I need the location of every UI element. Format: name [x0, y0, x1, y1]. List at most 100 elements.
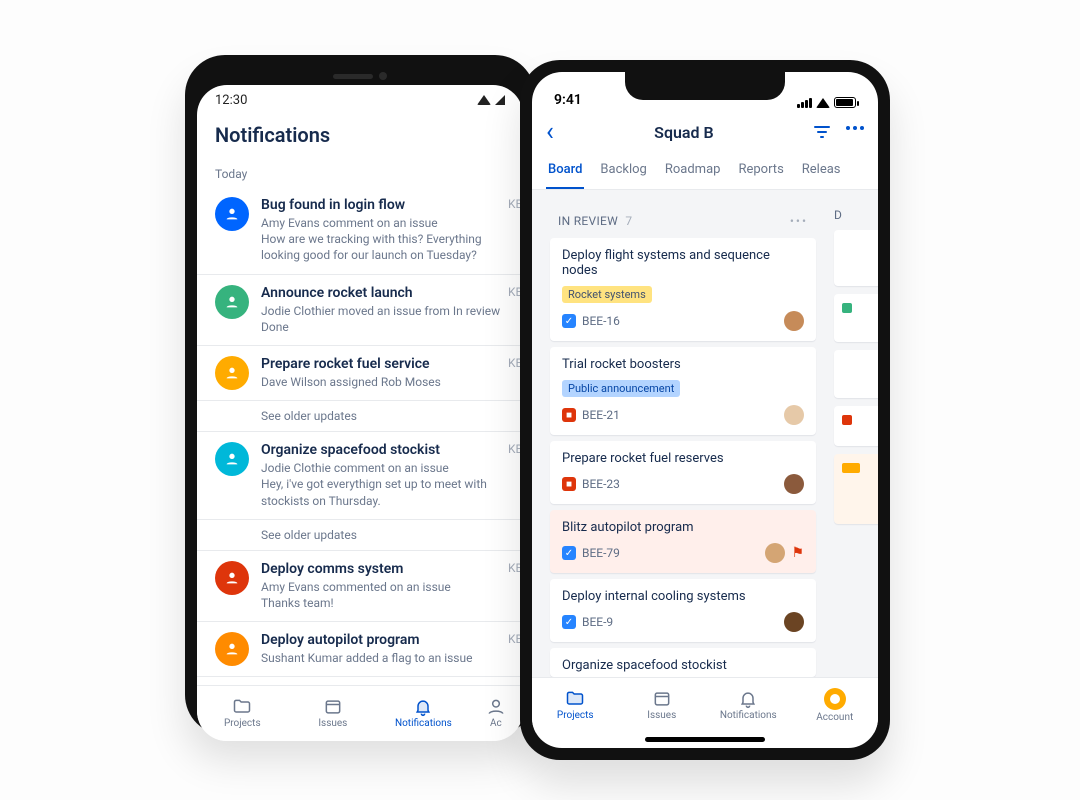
notification-subtitle: Jodie Clothie comment on an issueHey, i'…	[261, 460, 523, 509]
column-more-icon[interactable]: •••	[790, 214, 808, 228]
issues-icon	[652, 690, 672, 708]
board-column-in-review: IN REVIEW 7 ••• Deploy flight systems an…	[544, 202, 822, 677]
iphone-notch	[625, 72, 785, 100]
nav-projects[interactable]: Projects	[532, 678, 619, 733]
issue-key: BEE-9	[582, 615, 613, 629]
assignee-avatar	[784, 612, 804, 632]
nav-issues[interactable]: Issues	[288, 686, 379, 741]
bottom-nav: Projects Issues Notifications Account	[532, 677, 878, 733]
tab-reports[interactable]: Reports	[736, 154, 785, 189]
nav-account[interactable]: Account	[792, 678, 879, 733]
issue-card[interactable]: Deploy internal cooling systems ✓ BEE-9	[550, 579, 816, 642]
notification-item[interactable]: Prepare rocket fuel service Dave Wilson …	[197, 346, 523, 401]
avatar	[215, 285, 249, 319]
nav-notifications[interactable]: Notifications	[378, 686, 469, 741]
notifications-list: Bug found in login flow Amy Evans commen…	[197, 187, 523, 685]
column-name: IN REVIEW	[558, 214, 618, 228]
notification-subtitle: Dave Wilson assigned Rob Moses	[261, 374, 523, 390]
home-indicator	[645, 737, 765, 742]
task-icon: ✓	[562, 615, 576, 629]
label-chip: Rocket systems	[562, 286, 652, 303]
notification-item[interactable]: Bug found in login flow Amy Evans commen…	[197, 187, 523, 275]
avatar	[215, 197, 249, 231]
notification-title: Bug found in login flow	[261, 197, 523, 213]
section-today-label: Today	[197, 161, 523, 187]
view-tabs: Board Backlog Roadmap Reports Releas	[532, 154, 878, 190]
cell-signal-icon	[797, 98, 812, 108]
board-area: IN REVIEW 7 ••• Deploy flight systems an…	[532, 190, 878, 677]
issue-card[interactable]: Blitz autopilot program ✓ BEE-79 ⚑	[550, 510, 816, 573]
card-title: Deploy flight systems and sequence nodes	[562, 248, 804, 278]
avatar-icon	[824, 688, 846, 710]
back-button[interactable]: ‹	[546, 119, 554, 145]
bug-icon: ■	[562, 408, 576, 422]
peek-column-header: D	[834, 202, 864, 232]
task-icon: ✓	[562, 314, 576, 328]
nav-account[interactable]: Ac	[469, 686, 523, 741]
bell-icon	[738, 690, 758, 708]
label-chip: Public announcement	[562, 380, 680, 397]
battery-icon	[834, 97, 856, 108]
issue-key: BEE-23	[582, 477, 620, 491]
tab-roadmap[interactable]: Roadmap	[663, 154, 723, 189]
bottom-nav: Projects Issues Notifications Ac	[197, 685, 523, 741]
wifi-icon	[477, 95, 491, 105]
issue-card[interactable]: Deploy flight systems and sequence nodes…	[550, 238, 816, 341]
card-title: Trial rocket boosters	[562, 357, 804, 372]
notification-item[interactable]: Organize spacefood stockist Jodie Clothi…	[197, 432, 523, 520]
more-icon[interactable]	[846, 126, 864, 138]
see-older-link[interactable]: See older updates	[197, 401, 523, 432]
issue-card[interactable]: Trial rocket boosters Public announcemen…	[550, 347, 816, 435]
flag-icon: ⚑	[791, 545, 804, 561]
notification-title: Prepare rocket fuel service	[261, 356, 523, 372]
folder-icon	[565, 690, 585, 708]
issue-card[interactable]: Prepare rocket fuel reserves ■ BEE-23	[550, 441, 816, 504]
notification-title: Announce rocket launch	[261, 285, 523, 301]
cell-signal-icon	[495, 95, 505, 105]
column-count: 7	[625, 214, 632, 228]
nav-notifications[interactable]: Notifications	[705, 678, 792, 733]
see-older-link[interactable]: See older updates	[197, 520, 523, 551]
assignee-avatar	[784, 474, 804, 494]
tab-backlog[interactable]: Backlog	[598, 154, 648, 189]
tab-releas[interactable]: Releas	[800, 154, 843, 189]
notification-title: Deploy comms system	[261, 561, 523, 577]
status-time: 9:41	[554, 92, 582, 108]
assignee-avatar	[784, 311, 804, 331]
issue-card[interactable]: Organize spacefood stockist	[550, 648, 816, 677]
notification-item[interactable]: Deploy autopilot program Sushant Kumar a…	[197, 622, 523, 677]
assignee-avatar	[765, 543, 785, 563]
assignee-avatar	[784, 405, 804, 425]
nav-issues[interactable]: Issues	[619, 678, 706, 733]
card-title: Deploy internal cooling systems	[562, 589, 804, 604]
bell-icon	[413, 698, 433, 716]
next-column-peek[interactable]: D	[834, 202, 864, 677]
card-title: Blitz autopilot program	[562, 520, 804, 535]
notification-subtitle: Sushant Kumar added a flag to an issue	[261, 650, 523, 666]
bug-icon: ■	[562, 477, 576, 491]
issue-key: BEE-79	[582, 546, 620, 560]
android-phone-frame: 12:30 Notifications Today Bug found in l…	[185, 55, 535, 735]
card-list: Deploy flight systems and sequence nodes…	[550, 238, 816, 677]
notification-subtitle: Amy Evans comment on an issueHow are we …	[261, 215, 523, 264]
tab-board[interactable]: Board	[546, 154, 584, 189]
task-icon: ✓	[562, 546, 576, 560]
folder-icon	[232, 698, 252, 716]
project-title: Squad B	[654, 123, 713, 142]
wifi-icon	[816, 98, 830, 108]
notification-item[interactable]: Deploy comms system Amy Evans commented …	[197, 551, 523, 622]
notification-item[interactable]: Announce rocket launch Jodie Clothier mo…	[197, 275, 523, 346]
page-title: Notifications	[197, 115, 523, 161]
account-icon	[486, 698, 506, 716]
issues-icon	[323, 698, 343, 716]
avatar	[215, 632, 249, 666]
card-title: Organize spacefood stockist	[562, 658, 804, 673]
status-time: 12:30	[215, 93, 247, 108]
notification-subtitle: Amy Evans commented on an issueThanks te…	[261, 579, 523, 611]
issue-key: BEE-21	[582, 408, 620, 422]
iphone-frame: 9:41 ‹ Squad B Board Backlog Roadmap Report…	[520, 60, 890, 760]
nav-projects[interactable]: Projects	[197, 686, 288, 741]
screen-header: ‹ Squad B	[532, 110, 878, 154]
filter-icon[interactable]	[814, 126, 830, 138]
avatar	[215, 561, 249, 595]
